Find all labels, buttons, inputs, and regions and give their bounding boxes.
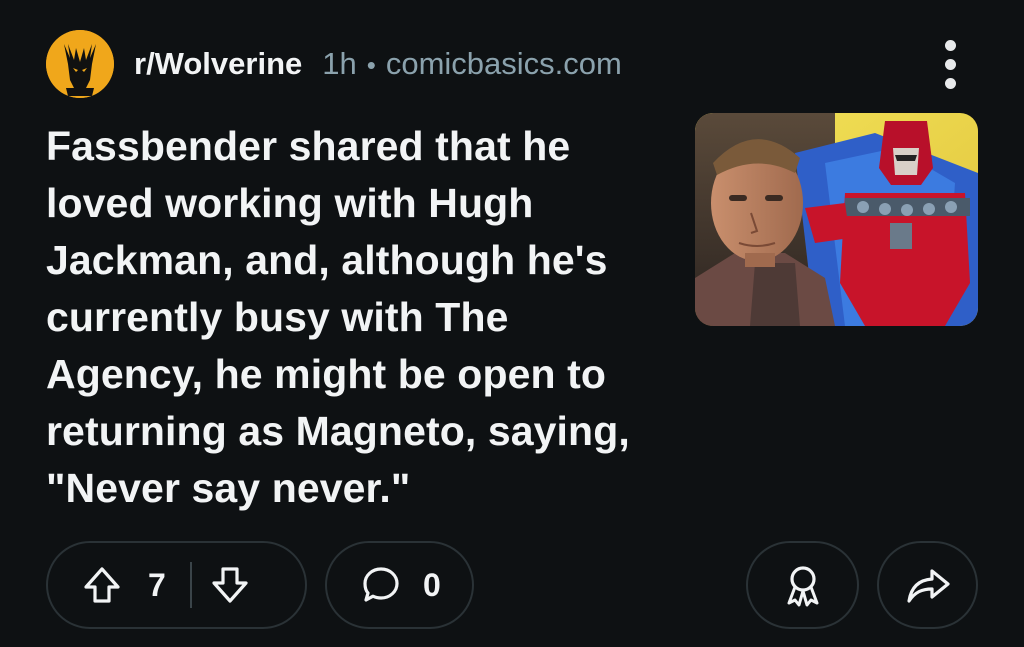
award-icon [787,566,818,607]
more-options-button[interactable] [928,34,972,94]
subreddit-name[interactable]: r/Wolverine [134,46,302,82]
comment-count: 0 [423,566,441,603]
post-card[interactable]: r/Wolverine 1h • comicbasics.com Fassbende… [0,0,1024,647]
comments-button[interactable]: 0 [325,541,474,629]
more-dot [944,39,956,51]
downvote-button[interactable] [206,561,254,609]
meta-separator: • [366,50,376,80]
vote-count: 7 [148,566,166,603]
post-meta: 1h • comicbasics.com [322,46,622,82]
post-thumbnail[interactable] [695,113,978,326]
vote-divider [189,562,192,608]
subreddit-avatar[interactable] [46,30,114,98]
upvote-button[interactable] [78,561,126,609]
magneto-thumbnail-image [695,113,978,326]
arrow-up-icon [84,567,120,603]
post-domain[interactable]: comicbasics.com [386,46,622,81]
more-dot [944,58,956,70]
post-header: r/Wolverine 1h • comicbasics.com [46,30,622,98]
post-title[interactable]: Fassbender shared that he loved working … [46,118,666,517]
wolverine-logo-icon [46,30,114,98]
more-dot [944,77,956,89]
comment-bubble-icon [363,567,399,602]
award-button[interactable] [746,541,859,629]
arrow-down-icon [212,567,248,603]
comment-icon-wrap [357,561,405,609]
share-button[interactable] [877,541,978,629]
share-arrow-icon [906,569,950,603]
vote-bar: 7 [46,541,307,629]
post-age: 1h [322,46,357,81]
